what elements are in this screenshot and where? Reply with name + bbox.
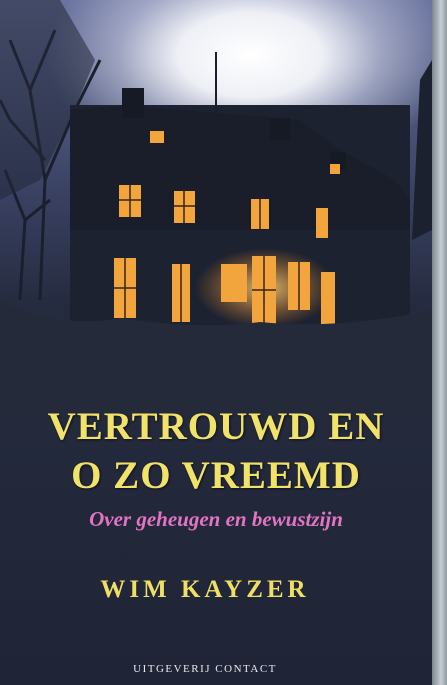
author-name: WIM KAYZER bbox=[100, 576, 310, 603]
publisher-name: UITGEVERIJ CONTACT bbox=[133, 663, 277, 675]
book-edge bbox=[432, 0, 447, 685]
subtitle: Over geheugen en bewustzijn bbox=[89, 507, 343, 531]
title-line-1: VERTROUWD EN bbox=[47, 405, 385, 448]
mansion-illustration bbox=[0, 0, 432, 420]
tree-silhouette-right bbox=[412, 60, 432, 240]
title-line-2: O ZO VREEMD bbox=[71, 454, 361, 497]
book-cover: VERTROUWD EN O ZO VREEMD Over geheugen e… bbox=[0, 0, 432, 685]
